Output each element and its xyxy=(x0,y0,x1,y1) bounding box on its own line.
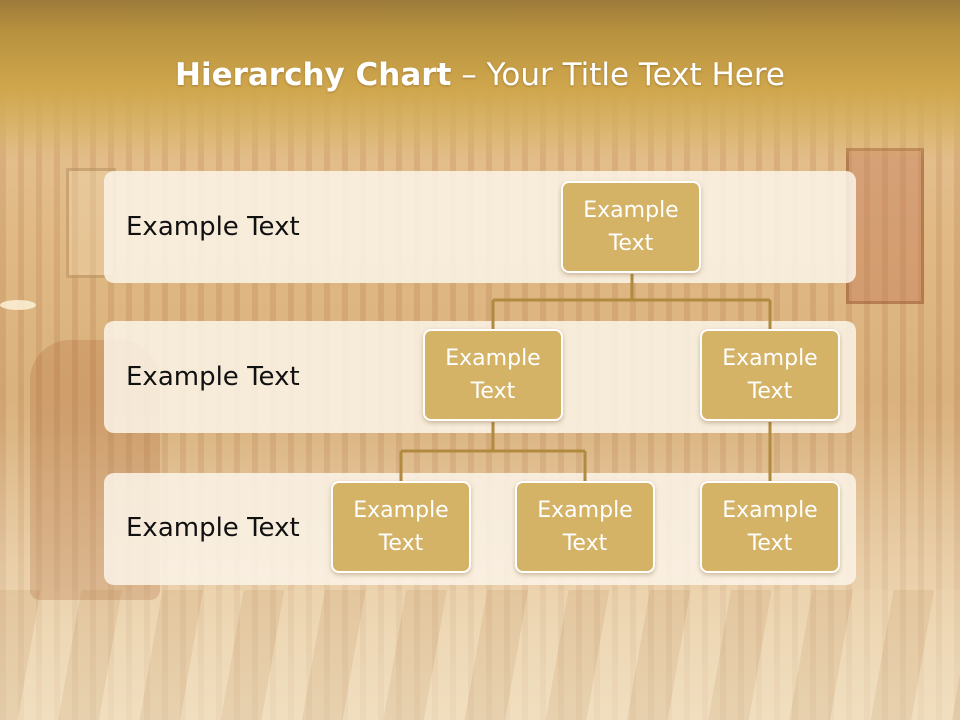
lamp-decoration xyxy=(0,300,36,310)
floor-decoration xyxy=(0,590,960,720)
node-root-label: Example Text xyxy=(583,198,679,256)
row-label-3: Example Text xyxy=(126,513,300,543)
node-level3-c[interactable]: Example Text xyxy=(700,481,840,573)
node-level3-b-label: Example Text xyxy=(537,498,633,556)
node-level2-right-label: Example Text xyxy=(722,346,818,404)
row-label-2: Example Text xyxy=(126,362,300,392)
wall-painting-right xyxy=(846,148,924,304)
node-level3-a[interactable]: Example Text xyxy=(331,481,471,573)
title-rest: – Your Title Text Here xyxy=(451,57,785,93)
node-level3-c-label: Example Text xyxy=(722,498,818,556)
row-label-1: Example Text xyxy=(126,212,300,242)
node-root[interactable]: Example Text xyxy=(561,181,701,273)
node-level2-left[interactable]: Example Text xyxy=(423,329,563,421)
node-level3-a-label: Example Text xyxy=(353,498,449,556)
node-level2-right[interactable]: Example Text xyxy=(700,329,840,421)
node-level3-b[interactable]: Example Text xyxy=(515,481,655,573)
title-bold: Hierarchy Chart xyxy=(175,57,452,93)
slide-background: Hierarchy Chart – Your Title Text Here E… xyxy=(0,0,960,720)
node-level2-left-label: Example Text xyxy=(445,346,541,404)
page-title: Hierarchy Chart – Your Title Text Here xyxy=(0,52,960,98)
